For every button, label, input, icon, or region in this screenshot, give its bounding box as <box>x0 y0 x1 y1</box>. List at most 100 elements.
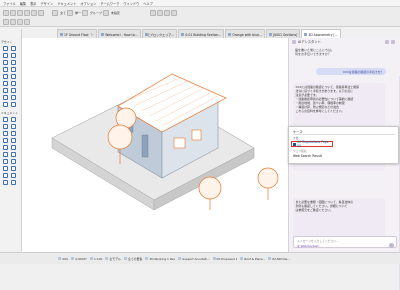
level-tool-icon[interactable] <box>11 117 16 122</box>
refresh-icon[interactable] <box>385 39 389 44</box>
status-millimeter[interactable]: 02-Millime... <box>268 257 290 261</box>
status-label: Support Annotati... <box>182 256 210 261</box>
layer-icon[interactable] <box>3 18 9 25</box>
orbit-icon[interactable] <box>164 9 170 16</box>
undefined-label[interactable]: 未指定 <box>111 11 120 15</box>
popup-item-us-regulations[interactable]: US Regulations Page XX <box>291 140 333 148</box>
opening-tool-icon[interactable] <box>3 102 8 107</box>
status-filter[interactable]: 全ての要素 <box>123 257 142 261</box>
select-all-label[interactable]: 全て <box>60 11 66 15</box>
stair-tool-icon[interactable] <box>3 74 8 79</box>
arrow-select-icon[interactable] <box>52 9 58 16</box>
single-label[interactable]: 単一 <box>75 11 81 15</box>
open-file-icon[interactable] <box>10 9 16 16</box>
snap-icon[interactable] <box>24 18 30 25</box>
change-tool-icon[interactable] <box>3 166 8 171</box>
new-file-icon[interactable] <box>3 9 9 16</box>
grid-tool-icon[interactable] <box>11 166 16 171</box>
menu-file[interactable]: ファイル <box>3 1 16 6</box>
context-mention-chip[interactable]: @ Web/Context <box>297 244 319 248</box>
elevation-tool-icon[interactable] <box>11 152 16 157</box>
more-tools-icon[interactable] <box>11 180 16 185</box>
popup-section-web: ウェブ検索 <box>293 149 307 153</box>
railing-tool-icon[interactable] <box>11 74 16 79</box>
pen-icon[interactable] <box>10 18 16 25</box>
menu-options[interactable]: オプション <box>80 1 96 6</box>
status-layer[interactable]: 全モデル <box>105 257 121 261</box>
door-left <box>141 134 149 158</box>
slab-tool-icon[interactable] <box>11 53 16 58</box>
group-label[interactable]: グループ <box>90 11 102 15</box>
toolbox-section-design[interactable]: デザイン <box>1 40 21 44</box>
beam-tool-icon[interactable] <box>3 53 8 58</box>
close-icon[interactable] <box>391 39 395 44</box>
menu-view[interactable]: 表示 <box>30 1 36 6</box>
marquee-tool-icon[interactable] <box>11 173 16 178</box>
3d-viewport[interactable] <box>22 38 288 252</box>
status-label: 05-Proposed 1 <box>216 256 238 261</box>
fill-icon[interactable] <box>17 18 23 25</box>
angle-field[interactable]: 0.0000° <box>71 257 87 261</box>
fit-icon[interactable] <box>171 9 177 16</box>
status-annotation[interactable]: Support Annotati... <box>178 256 210 261</box>
menu-design[interactable]: デザイン <box>41 1 54 6</box>
zone-tool-icon[interactable] <box>3 95 8 100</box>
undefined-icon[interactable] <box>102 9 109 16</box>
menu-teamwork[interactable]: チームワーク <box>100 1 119 6</box>
window-tool-icon[interactable] <box>11 67 16 72</box>
figure-tool-icon[interactable] <box>11 145 16 150</box>
roof-tool-icon[interactable] <box>3 60 8 65</box>
scale-field[interactable]: 1:100 <box>90 257 102 261</box>
tree-front <box>198 176 222 210</box>
detail-tool-icon[interactable] <box>3 159 8 164</box>
line-tool-icon[interactable] <box>11 131 16 136</box>
drawing-tool-icon[interactable] <box>3 145 8 150</box>
pan-icon[interactable] <box>157 9 163 16</box>
polyline-tool-icon[interactable] <box>11 138 16 143</box>
object-tool-icon[interactable] <box>3 88 8 93</box>
hotspot-tool-icon[interactable] <box>3 173 8 178</box>
status-proposed[interactable]: 05-Proposed 1 <box>212 256 238 261</box>
mesh-tool-icon[interactable] <box>11 95 16 100</box>
curtain-wall-tool-icon[interactable] <box>3 81 8 86</box>
status-label: 全モデル <box>109 256 121 261</box>
chat-input[interactable]: メッセージを入力してください... @ Web/Context <box>293 236 397 248</box>
text-tool-icon[interactable] <box>3 124 8 129</box>
undo-icon[interactable] <box>31 9 37 16</box>
menu-window[interactable]: ウィンドウ <box>123 1 139 6</box>
worksheet-tool-icon[interactable] <box>11 159 16 164</box>
print-icon[interactable] <box>24 9 30 16</box>
redo-icon[interactable] <box>38 9 44 16</box>
column-tool-icon[interactable] <box>11 46 16 51</box>
shell-tool-icon[interactable] <box>11 60 16 65</box>
label-tool-icon[interactable] <box>11 124 16 129</box>
save-icon[interactable] <box>17 9 23 16</box>
zoom-icon[interactable] <box>150 9 156 16</box>
chat-input-placeholder[interactable]: メッセージを入力してください... <box>297 239 339 243</box>
toolbox-section-document[interactable]: ドキュメント <box>1 111 21 115</box>
lamp-tool-icon[interactable] <box>11 88 16 93</box>
status-roof-plans[interactable]: Roof & Plans... <box>240 257 265 261</box>
menu-edit[interactable]: 編集 <box>20 1 26 6</box>
main-toolbar: 全て 単一 グループ 未指定 <box>0 7 400 27</box>
mention-popup: ケース 文書 US Regulations Page XX ウェブ検索 Web … <box>288 126 399 164</box>
arc-tool-icon[interactable] <box>3 138 8 143</box>
fill-tool-icon[interactable] <box>3 131 8 136</box>
status-3d-working[interactable]: 3D-Working 1 Rev <box>145 257 175 261</box>
door-tool-icon[interactable] <box>3 67 8 72</box>
popup-search-input[interactable]: ケース <box>293 129 395 135</box>
skylight-tool-icon[interactable] <box>11 102 16 107</box>
send-icon[interactable] <box>389 243 394 248</box>
morph-tool-icon[interactable] <box>11 81 16 86</box>
camera-tool-icon[interactable] <box>3 180 8 185</box>
popup-item-web-search[interactable]: Web Search Result <box>293 154 322 158</box>
dimension-tool-icon[interactable] <box>3 117 8 122</box>
menu-help[interactable]: ヘルプ <box>143 1 153 6</box>
menu-document[interactable]: ドキュメント <box>57 1 76 6</box>
group-icon[interactable] <box>82 9 89 16</box>
section-tool-icon[interactable] <box>3 152 8 157</box>
wall-tool-icon[interactable] <box>3 46 8 51</box>
single-select-icon[interactable] <box>67 9 74 16</box>
zoom-field[interactable]: 44% <box>58 257 68 261</box>
popup-search-text[interactable]: ケース <box>293 129 302 134</box>
